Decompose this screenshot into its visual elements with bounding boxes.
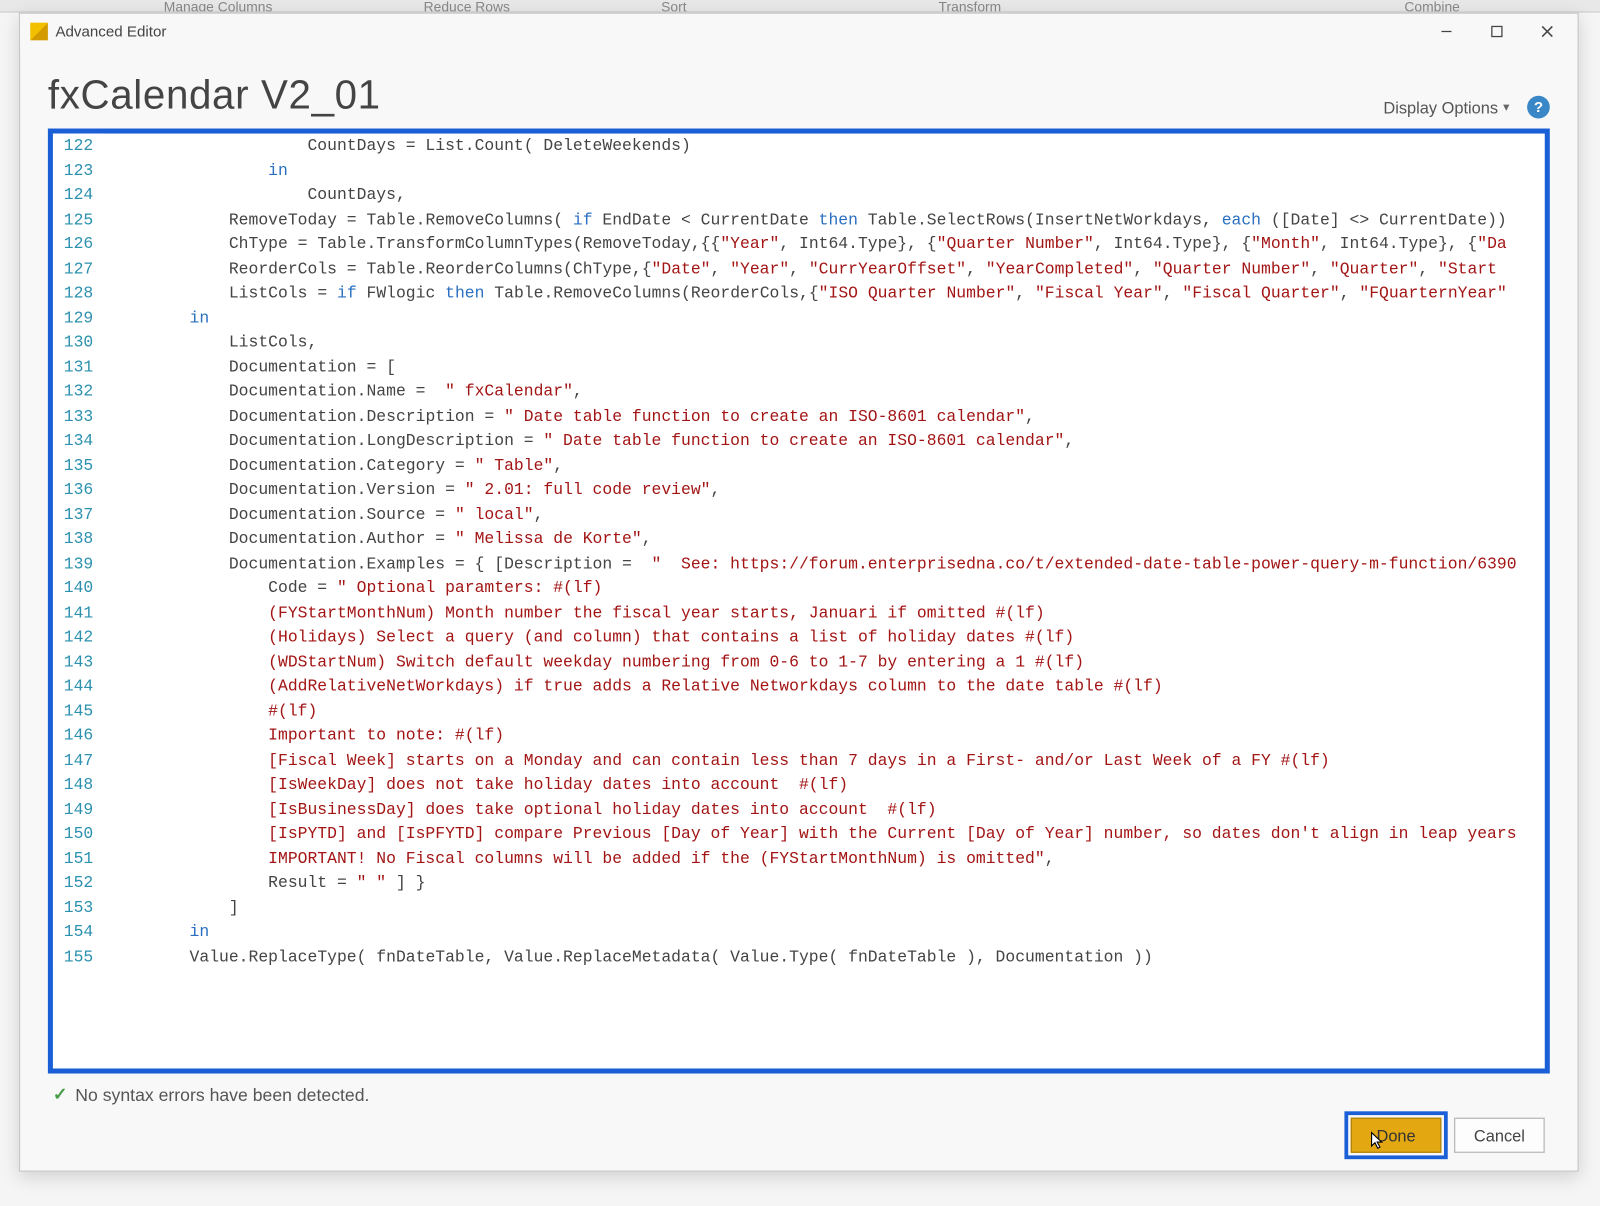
line-number: 141	[53, 600, 103, 625]
code-line[interactable]: #(lf)	[103, 699, 1544, 724]
line-number: 126	[53, 232, 103, 257]
line-number: 136	[53, 478, 103, 503]
cancel-button[interactable]: Cancel	[1454, 1118, 1545, 1153]
line-number: 148	[53, 772, 103, 797]
code-line[interactable]: Documentation.Name = " fxCalendar",	[103, 379, 1544, 404]
line-number: 140	[53, 576, 103, 601]
line-number: 155	[53, 944, 103, 969]
code-line[interactable]: Documentation.Source = " local",	[103, 502, 1544, 527]
line-number: 125	[53, 207, 103, 232]
code-line[interactable]: ReorderCols = Table.ReorderColumns(ChTyp…	[103, 256, 1544, 281]
line-number: 146	[53, 723, 103, 748]
line-number: 123	[53, 158, 103, 183]
code-line[interactable]: CountDays = List.Count( DeleteWeekends)	[103, 134, 1544, 159]
line-number: 151	[53, 846, 103, 871]
chevron-down-icon: ▾	[1503, 100, 1509, 114]
done-button[interactable]: Done	[1351, 1118, 1442, 1153]
checkmark-icon: ✓	[53, 1084, 68, 1105]
line-number: 154	[53, 920, 103, 945]
code-line[interactable]: (WDStartNum) Switch default weekday numb…	[103, 650, 1544, 675]
code-line[interactable]: Documentation.Category = " Table",	[103, 453, 1544, 478]
code-line[interactable]: Documentation.Version = " 2.01: full cod…	[103, 478, 1544, 503]
code-line[interactable]: ListCols,	[103, 330, 1544, 355]
code-line[interactable]: Value.ReplaceType( fnDateTable, Value.Re…	[103, 944, 1544, 969]
display-options-label: Display Options	[1383, 98, 1498, 117]
code-line[interactable]: in	[103, 306, 1544, 331]
line-number: 128	[53, 281, 103, 306]
code-line[interactable]: in	[103, 920, 1544, 945]
code-line[interactable]: (Holidays) Select a query (and column) t…	[103, 625, 1544, 650]
code-line[interactable]: Documentation.Author = " Melissa de Kort…	[103, 527, 1544, 552]
line-number: 149	[53, 797, 103, 822]
line-number: 150	[53, 822, 103, 847]
code-line[interactable]: (AddRelativeNetWorkdays) if true adds a …	[103, 674, 1544, 699]
query-name-heading: fxCalendar V2_01	[48, 72, 381, 119]
line-number: 135	[53, 453, 103, 478]
window-title: Advanced Editor	[55, 23, 166, 41]
code-line[interactable]: Documentation.LongDescription = " Date t…	[103, 428, 1544, 453]
code-line[interactable]: Documentation.Description = " Date table…	[103, 404, 1544, 429]
code-line[interactable]: (FYStartMonthNum) Month number the fisca…	[103, 600, 1544, 625]
code-line[interactable]: ListCols = if FWlogic then Table.RemoveC…	[103, 281, 1544, 306]
close-button[interactable]	[1522, 15, 1572, 48]
code-line[interactable]: Documentation = [	[103, 355, 1544, 380]
maximize-button[interactable]	[1472, 15, 1522, 48]
line-number: 152	[53, 871, 103, 896]
line-number: 127	[53, 256, 103, 281]
line-number: 147	[53, 748, 103, 773]
titlebar: Advanced Editor	[20, 14, 1577, 49]
code-line[interactable]: RemoveToday = Table.RemoveColumns( if En…	[103, 207, 1544, 232]
code-line[interactable]: [IsPYTD] and [IsPFYTD] compare Previous …	[103, 822, 1544, 847]
code-line[interactable]: CountDays,	[103, 183, 1544, 208]
line-number: 131	[53, 355, 103, 380]
app-logo-icon	[30, 23, 48, 41]
line-number: 134	[53, 428, 103, 453]
line-number: 153	[53, 895, 103, 920]
code-line[interactable]: [IsWeekDay] does not take holiday dates …	[103, 772, 1544, 797]
line-number: 143	[53, 650, 103, 675]
line-number: 122	[53, 134, 103, 159]
code-line[interactable]: Code = " Optional paramters: #(lf)	[103, 576, 1544, 601]
line-number: 144	[53, 674, 103, 699]
line-number: 124	[53, 183, 103, 208]
line-number: 137	[53, 502, 103, 527]
line-number: 142	[53, 625, 103, 650]
line-number: 132	[53, 379, 103, 404]
ribbon-background: Manage Columns Reduce Rows Sort Transfor…	[0, 0, 1600, 13]
code-line[interactable]: [Fiscal Week] starts on a Monday and can…	[103, 748, 1544, 773]
minimize-button[interactable]	[1421, 15, 1471, 48]
code-editor-highlight-frame: 122 CountDays = List.Count( DeleteWeeken…	[48, 129, 1550, 1074]
line-number: 139	[53, 551, 103, 576]
code-line[interactable]: IMPORTANT! No Fiscal columns will be add…	[103, 846, 1544, 871]
code-editor[interactable]: 122 CountDays = List.Count( DeleteWeeken…	[53, 134, 1545, 1069]
line-number: 130	[53, 330, 103, 355]
line-number: 129	[53, 306, 103, 331]
code-line[interactable]: [IsBusinessDay] does take optional holid…	[103, 797, 1544, 822]
syntax-status: ✓ No syntax errors have been detected.	[48, 1074, 1550, 1111]
line-number: 145	[53, 699, 103, 724]
code-line[interactable]: ]	[103, 895, 1544, 920]
display-options-dropdown[interactable]: Display Options ▾	[1383, 98, 1509, 117]
line-number: 138	[53, 527, 103, 552]
code-line[interactable]: ChType = Table.TransformColumnTypes(Remo…	[103, 232, 1544, 257]
code-line[interactable]: Important to note: #(lf)	[103, 723, 1544, 748]
status-message: No syntax errors have been detected.	[75, 1084, 369, 1104]
line-number: 133	[53, 404, 103, 429]
help-icon[interactable]: ?	[1527, 96, 1550, 119]
code-line[interactable]: Documentation.Examples = { [Description …	[103, 551, 1544, 576]
code-line[interactable]: in	[103, 158, 1544, 183]
code-line[interactable]: Result = " " ] }	[103, 871, 1544, 896]
advanced-editor-window: Advanced Editor fxCalendar V2_01 Display…	[19, 13, 1579, 1172]
